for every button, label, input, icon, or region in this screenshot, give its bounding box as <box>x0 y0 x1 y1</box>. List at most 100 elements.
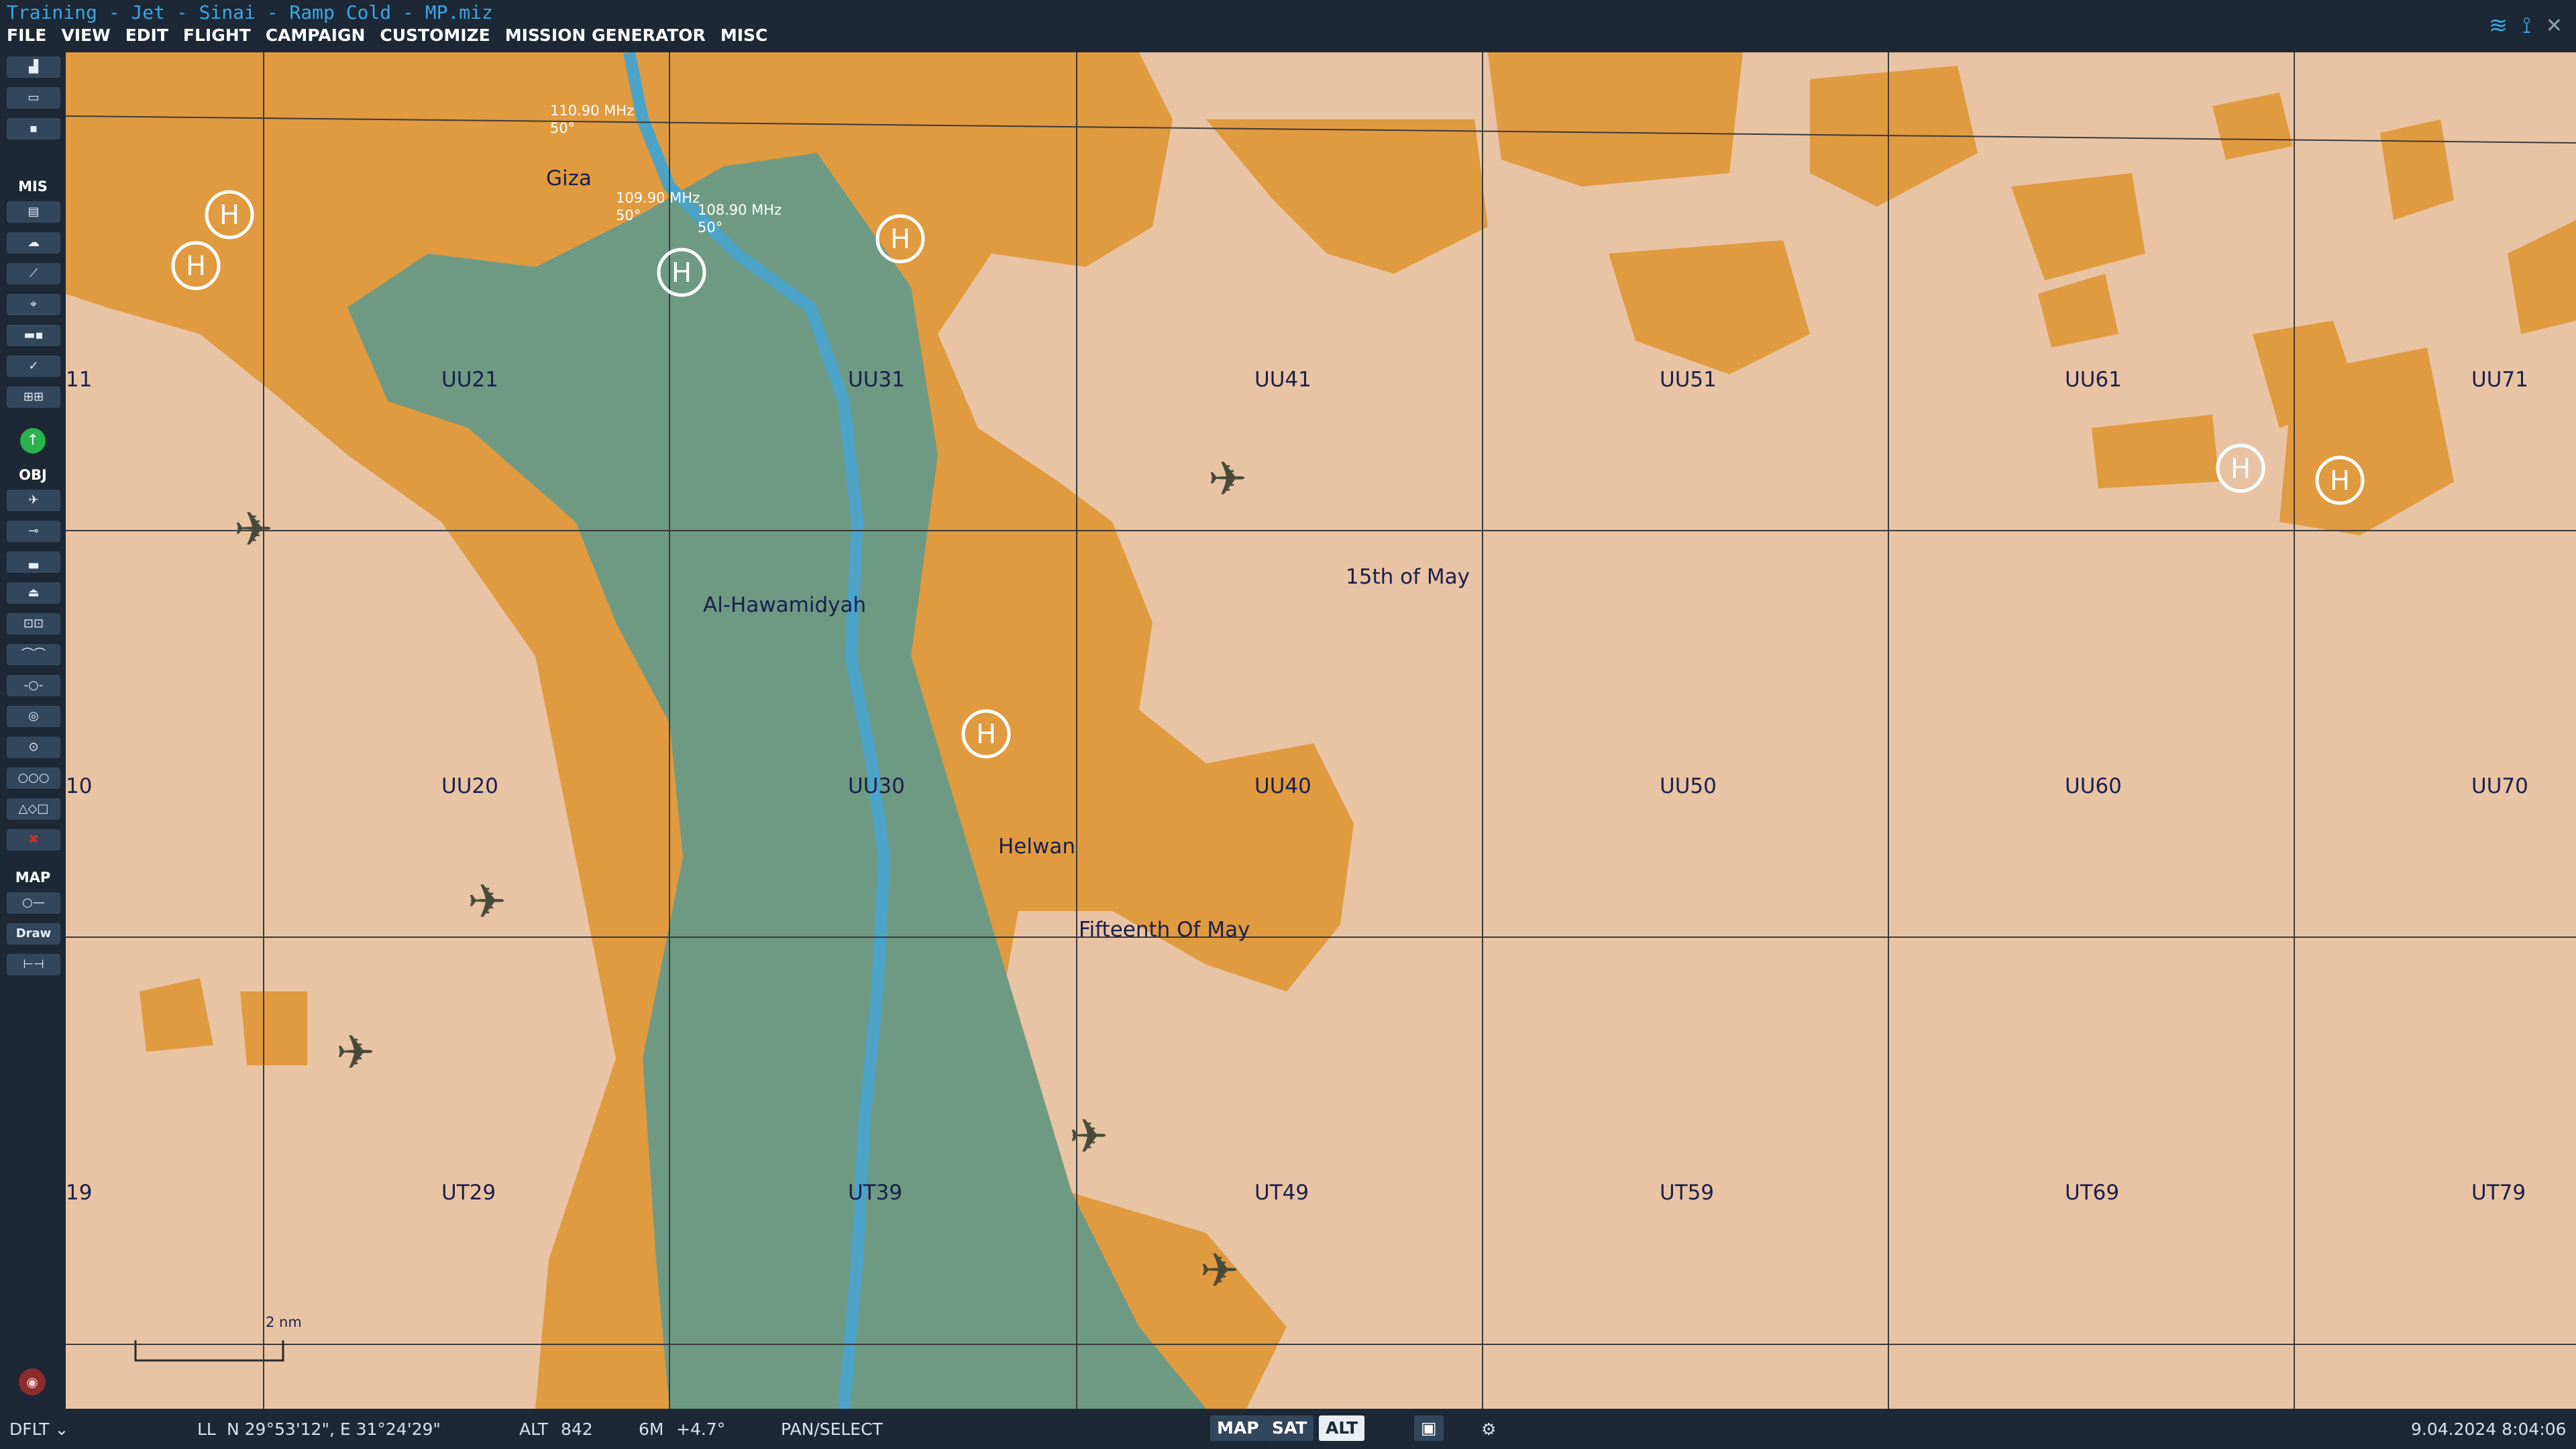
menu-edit[interactable]: EDIT <box>125 25 168 45</box>
open-mission-button[interactable]: ▭ <box>7 87 60 109</box>
svg-text:✈: ✈ <box>1069 1109 1109 1164</box>
group-button[interactable]: ○○○ <box>7 767 60 789</box>
nav-frequency: 110.90 MHz <box>550 103 635 119</box>
add-ship-button[interactable]: ⏏ <box>7 582 60 604</box>
coord-mode-label[interactable]: LL <box>197 1419 216 1439</box>
magvar-label: 6M <box>639 1419 664 1439</box>
scale-label: 2 nm <box>266 1314 302 1330</box>
new-mission-button[interactable]: ▟ <box>7 56 60 78</box>
svg-text:H: H <box>2231 453 2251 484</box>
grid-label: UU70 <box>2471 774 2528 798</box>
add-plane-button[interactable]: ✈ <box>7 490 60 511</box>
svg-text:✈: ✈ <box>336 1025 376 1080</box>
city-label: Al-Hawamidyah <box>703 593 867 617</box>
add-static-button[interactable]: ⊡⊡ <box>7 613 60 635</box>
grid-label: UT59 <box>1660 1181 1715 1205</box>
check-button[interactable]: ✓ <box>7 356 60 377</box>
resources-button[interactable]: ⊞⊞ <box>7 386 60 408</box>
svg-text:✈: ✈ <box>1200 1243 1240 1298</box>
shapes-button[interactable]: △◇□ <box>7 798 60 820</box>
grid-label: UU51 <box>1660 368 1717 392</box>
section-mis-label: MIS <box>18 178 48 195</box>
city-label: 15th of May <box>1346 565 1470 589</box>
chevron-down-icon: ⌄ <box>54 1419 69 1439</box>
grid-label: UU50 <box>1660 774 1717 798</box>
grid-label: 19 <box>66 1181 93 1205</box>
delete-icon[interactable]: ✖ <box>7 829 60 851</box>
svg-text:H: H <box>672 258 692 288</box>
ruler-button[interactable]: ○— <box>7 892 60 914</box>
svg-text:✈: ✈ <box>1208 451 1248 506</box>
city-label: Helwan <box>998 835 1075 859</box>
menu-misc[interactable]: MISC <box>720 25 768 45</box>
svg-text:✈: ✈ <box>234 502 274 557</box>
alt-value: 842 <box>561 1419 593 1439</box>
grid-label: UU61 <box>2065 368 2122 392</box>
nav-frequency: 109.90 MHz <box>616 190 700 206</box>
close-icon[interactable]: ✕ <box>2546 14 2563 38</box>
record-icon[interactable]: ◉ <box>19 1368 46 1395</box>
map-terrain: HH H HHH H ✈✈✈ ✈✈✈ <box>66 52 2576 1409</box>
menu-customize[interactable]: CUSTOMIZE <box>380 25 490 45</box>
status-bar: DFLT ⌄ LL N 29°53'12", E 31°24'29" ALT 8… <box>0 1409 2576 1449</box>
svg-text:H: H <box>976 719 996 750</box>
wifi-icon: ≋ <box>2488 12 2508 39</box>
nav-frequency-label: 110.90 MHz 50° <box>550 102 634 137</box>
mode-readout: PAN/SELECT <box>781 1419 883 1439</box>
grid-label: UT49 <box>1254 1181 1309 1205</box>
alt-label: ALT <box>519 1419 548 1439</box>
nav-frequency-label: 109.90 MHz 50° <box>616 189 700 224</box>
grid-label: UU21 <box>441 368 498 392</box>
antenna-icon: ⟟ <box>2522 12 2531 39</box>
city-label: Fifteenth Of May <box>1079 918 1250 942</box>
settings-icon[interactable]: ⚙ <box>1481 1419 1496 1439</box>
section-map-label: MAP <box>15 869 51 885</box>
grid-label: UT39 <box>848 1181 903 1205</box>
alt-mode-button[interactable]: ALT <box>1319 1415 1365 1441</box>
layers-icon[interactable]: ▣ <box>1414 1415 1444 1441</box>
menu-mission-generator[interactable]: MISSION GENERATOR <box>505 25 706 45</box>
measure-button[interactable]: ⊢⊣ <box>7 954 60 975</box>
grid-label: UU71 <box>2471 368 2528 392</box>
save-mission-button[interactable]: ▪ <box>7 118 60 140</box>
nav-point-button[interactable]: ⊙ <box>7 737 60 758</box>
menu-view[interactable]: VIEW <box>61 25 110 45</box>
add-helicopter-button[interactable]: ⊸ <box>7 521 60 542</box>
add-template-button[interactable]: ⌒⌒ <box>7 644 60 665</box>
menu-file[interactable]: FILE <box>7 25 46 45</box>
grid-label: UT69 <box>2065 1181 2120 1205</box>
grid-label: 10 <box>66 774 93 798</box>
menu-flight[interactable]: FLIGHT <box>183 25 251 45</box>
map-mode-button[interactable]: MAP <box>1210 1415 1266 1441</box>
triggers-button[interactable]: ▬▪ <box>7 325 60 346</box>
coordinates-readout: N 29°53'12", E 31°24'29" <box>227 1419 441 1439</box>
window-title: Training - Jet - Sinai - Ramp Cold - MP.… <box>7 1 493 23</box>
svg-text:H: H <box>219 200 239 231</box>
zone-tool-button[interactable]: ⌖ <box>7 294 60 315</box>
grid-label: UU31 <box>848 368 905 392</box>
svg-text:H: H <box>186 251 206 282</box>
add-ground-unit-button[interactable]: ▃ <box>7 551 60 573</box>
magvar-value: +4.7° <box>676 1419 726 1439</box>
grid-label: UU40 <box>1254 774 1311 798</box>
section-obj-label: OBJ <box>19 467 47 483</box>
nav-frequency-label: 108.90 MHz 50° <box>698 201 782 236</box>
weather-button[interactable]: ☁ <box>7 232 60 254</box>
datetime-readout: 9.04.2024 8:04:06 <box>2411 1419 2567 1439</box>
map-view[interactable]: HHH HHHH ✈ ✈ ✈ ✈ ✈ ✈ Giza Al-Hawamidyah 15th… <box>66 52 2576 1409</box>
grid-label: UT79 <box>2471 1181 2526 1205</box>
left-toolbar: ▟ ▭ ▪ MIS ▤ ☁ ⟋ ⌖ ▬▪ ✓ ⊞⊞ ↑ OBJ ✈ ⊸ ▃ ⏏ … <box>0 52 66 1409</box>
profile-dropdown[interactable]: DFLT ⌄ <box>9 1419 68 1439</box>
route-tool-button[interactable]: ⟋ <box>7 263 60 284</box>
add-unit-icon[interactable]: ↑ <box>20 428 46 453</box>
grid-label: UU20 <box>441 774 498 798</box>
add-airbase-button[interactable]: -○- <box>7 675 60 696</box>
menu-campaign[interactable]: CAMPAIGN <box>266 25 366 45</box>
target-zone-button[interactable]: ◎ <box>7 706 60 727</box>
draw-button[interactable]: Draw <box>7 923 60 945</box>
svg-text:✈: ✈ <box>468 874 507 929</box>
briefing-button[interactable]: ▤ <box>7 201 60 223</box>
grid-label: UU60 <box>2065 774 2122 798</box>
sat-mode-button[interactable]: SAT <box>1265 1415 1314 1441</box>
grid-label: UU30 <box>848 774 905 798</box>
